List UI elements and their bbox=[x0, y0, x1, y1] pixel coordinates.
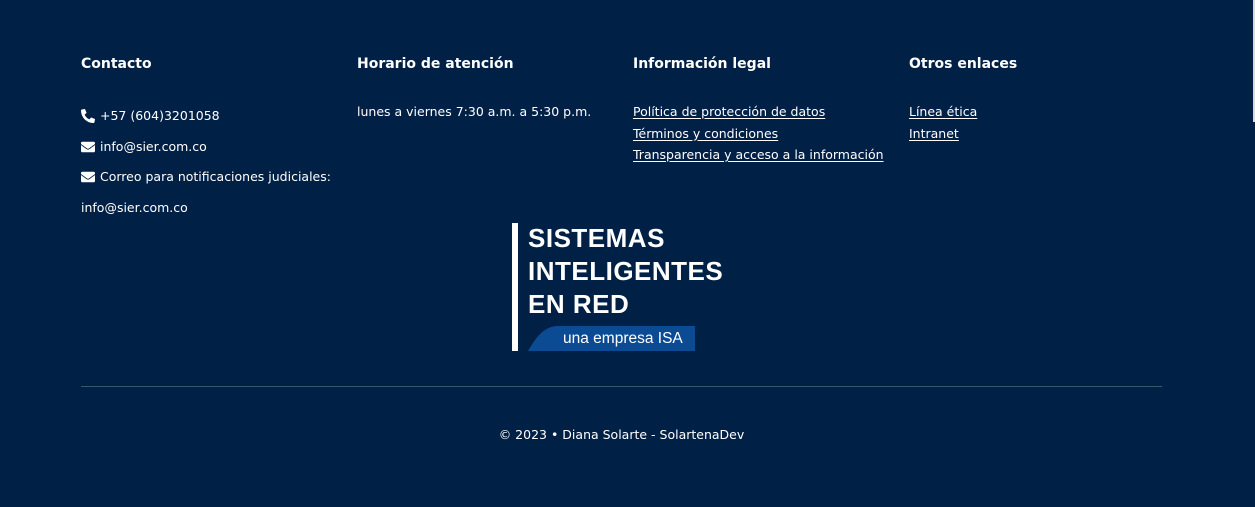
contact-heading: Contacto bbox=[81, 56, 152, 72]
logo-tagline: una empresa ISA bbox=[563, 330, 683, 347]
link-privacy-policy[interactable]: Política de protección de datos bbox=[633, 101, 909, 123]
envelope-icon bbox=[81, 140, 95, 154]
other-links-column: Otros enlaces Línea ética Intranet bbox=[909, 54, 1162, 223]
hours-heading: Horario de atención bbox=[357, 56, 514, 72]
legal-heading: Información legal bbox=[633, 56, 771, 72]
email-row[interactable]: info@sier.com.co bbox=[81, 132, 357, 163]
contact-list: +57 (604)3201058 info@sier.com.co Correo… bbox=[81, 101, 357, 223]
logo-line-2: INTELIGENTES bbox=[528, 256, 724, 286]
footer-divider bbox=[81, 386, 1162, 387]
email-address: info@sier.com.co bbox=[100, 138, 207, 154]
other-links-heading: Otros enlaces bbox=[909, 56, 1018, 72]
copyright-text: © 2023 • Diana Solarte - SolartenaDev bbox=[498, 427, 745, 442]
site-footer: Contacto +57 (604)3201058 info@sier.com.… bbox=[81, 54, 1162, 223]
phone-icon bbox=[81, 109, 95, 124]
hours-text: lunes a viernes 7:30 a.m. a 5:30 p.m. bbox=[357, 104, 592, 119]
footer-columns: Contacto +57 (604)3201058 info@sier.com.… bbox=[81, 54, 1162, 223]
judicial-label: Correo para notificaciones judiciales: bbox=[100, 169, 331, 184]
link-ethics-line[interactable]: Línea ética bbox=[909, 101, 1162, 123]
logo-tagline-badge: una empresa ISA bbox=[528, 326, 695, 351]
contact-column: Contacto +57 (604)3201058 info@sier.com.… bbox=[81, 54, 357, 223]
hours-column: Horario de atención lunes a viernes 7:30… bbox=[357, 54, 633, 223]
legal-column: Información legal Política de protección… bbox=[633, 54, 909, 223]
logo-line-1: SISTEMAS bbox=[528, 223, 665, 253]
envelope-icon bbox=[81, 170, 95, 184]
other-links: Línea ética Intranet bbox=[909, 101, 1162, 144]
link-intranet[interactable]: Intranet bbox=[909, 123, 1162, 145]
phone-number: +57 (604)3201058 bbox=[100, 108, 220, 123]
judicial-row: Correo para notificaciones judiciales: bbox=[81, 162, 357, 193]
judicial-email-row[interactable]: info@sier.com.co bbox=[81, 193, 357, 224]
legal-links: Política de protección de datos Términos… bbox=[633, 101, 909, 166]
link-transparency[interactable]: Transparencia y acceso a la información bbox=[633, 144, 909, 166]
logo-wordmark: SISTEMAS INTELIGENTES EN RED bbox=[528, 222, 723, 321]
logo-line-3: EN RED bbox=[528, 289, 630, 319]
judicial-email: info@sier.com.co bbox=[81, 199, 188, 215]
logo-bar bbox=[512, 223, 518, 351]
company-logo[interactable]: SISTEMAS INTELIGENTES EN RED una empresa… bbox=[512, 223, 742, 353]
phone-row[interactable]: +57 (604)3201058 bbox=[81, 101, 357, 132]
link-terms[interactable]: Términos y condiciones bbox=[633, 123, 909, 145]
